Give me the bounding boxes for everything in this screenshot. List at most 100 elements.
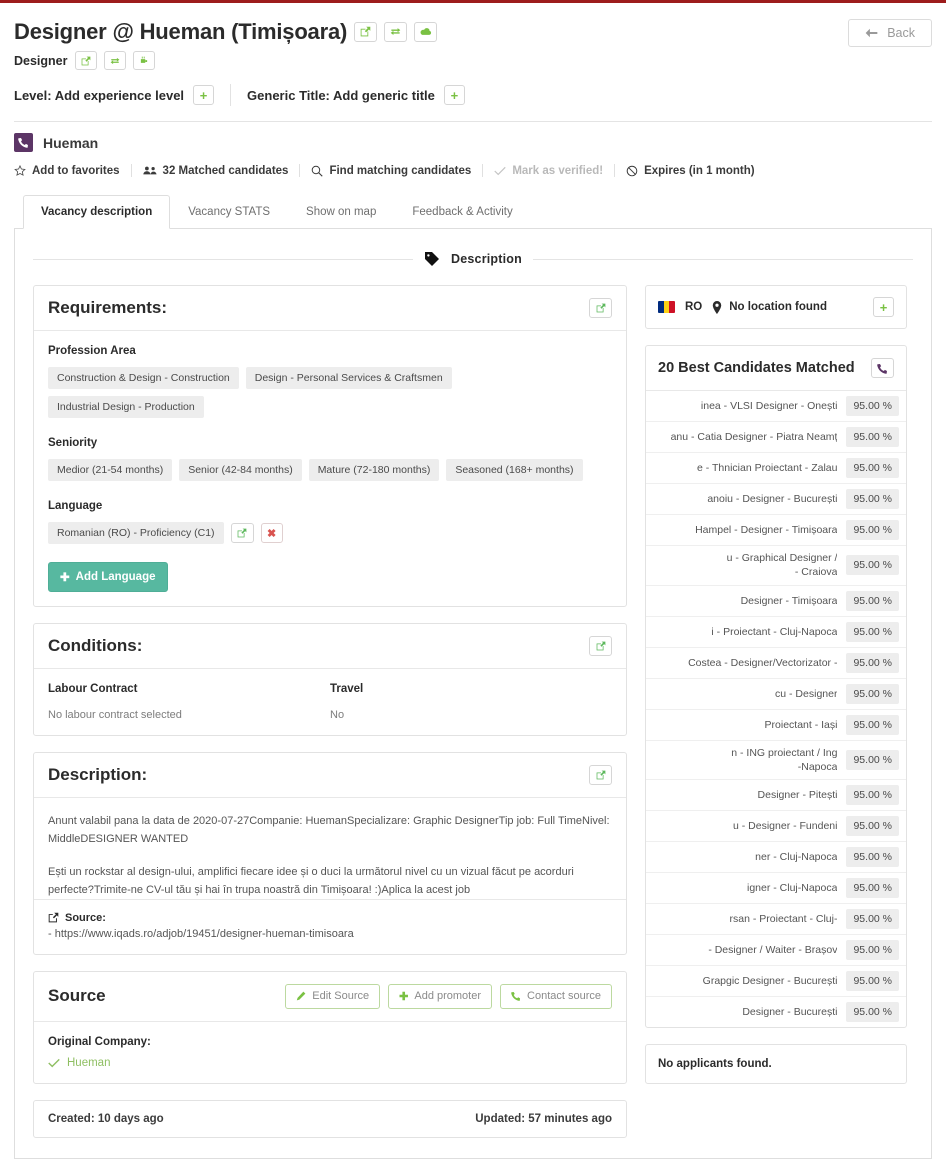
company-row[interactable]: Hueman <box>14 133 932 153</box>
candidates-list: inea - VLSI Designer - Onești 95.00 % anu … <box>646 391 906 1027</box>
candidate-row[interactable]: - Designer / Waiter - Brașov 95.00 % <box>646 935 906 966</box>
edit-requirements-button[interactable] <box>589 298 612 319</box>
candidate-row[interactable]: ner - Cluj-Napoca 95.00 % <box>646 842 906 873</box>
language-chip[interactable]: Romanian (RO) - Proficiency (C1) <box>48 522 224 545</box>
source-actions: Edit Source ✚ Add promoter Contact sourc… <box>285 983 612 1009</box>
chip[interactable]: Senior (42-84 months) <box>179 459 302 482</box>
tab-vacancy-stats[interactable]: Vacancy STATS <box>170 195 288 229</box>
tab-bar: Vacancy description Vacancy STATS Show o… <box>14 194 932 230</box>
add-language-button[interactable]: ✚ Add Language <box>48 562 168 593</box>
contact-source-button[interactable]: Contact source <box>500 983 612 1009</box>
back-button[interactable]: Back <box>848 19 932 47</box>
chip[interactable]: Design - Personal Services & Craftsmen <box>245 367 452 390</box>
source-body: Original Company: Hueman <box>34 1022 626 1083</box>
source-label-row: Source: <box>48 912 612 924</box>
candidate-row[interactable]: anoiu - Designer - București 95.00 % <box>646 484 906 516</box>
tab-vacancy-description[interactable]: Vacancy description <box>23 195 171 230</box>
candidate-row[interactable]: u - Designer - Fundeni 95.00 % <box>646 811 906 842</box>
conditions-body: Labour Contract No labour contract selec… <box>34 669 626 735</box>
edit-icon <box>81 56 90 66</box>
edit-vacancy-button[interactable] <box>354 21 378 42</box>
candidate-name: anoiu - Designer - București <box>707 493 838 506</box>
candidate-row[interactable]: Costea - Designer/Vectorizator - 95.00 % <box>646 648 906 679</box>
source-header: Source Edit Source ✚ Add promoter Contac… <box>34 972 626 1022</box>
page-title: Designer @ Hueman (Timișoara) <box>14 19 348 44</box>
edit-description-button[interactable] <box>589 765 612 786</box>
plug-icon <box>140 56 147 63</box>
location-panel: RO No location found + <box>645 285 907 330</box>
source-url[interactable]: - https://www.iqads.ro/adjob/19451/desig… <box>48 928 612 940</box>
candidate-row[interactable]: rsan - Proiectant - Cluj- 95.00 % <box>646 904 906 935</box>
profession-area-label: Profession Area <box>48 345 136 358</box>
candidate-row[interactable]: Hampel - Designer - Timișoara 95.00 % <box>646 515 906 547</box>
candidate-name: - Designer / Waiter - Brașov <box>708 943 838 956</box>
candidate-row[interactable]: inea - VLSI Designer - Onești 95.00 % <box>646 391 906 423</box>
chip[interactable]: Medior (21-54 months) <box>48 459 173 482</box>
delete-language-button[interactable]: ✖ <box>260 523 283 544</box>
add-generic-title-button[interactable]: + <box>443 85 465 106</box>
candidate-row[interactable]: Proiectant - Iași 95.00 % <box>646 710 906 741</box>
original-company-value-row[interactable]: Hueman <box>48 1057 612 1069</box>
exchange-title-button[interactable] <box>103 51 126 71</box>
labour-contract-label: Labour Contract <box>48 683 138 696</box>
candidate-name: e - Thnician Proiectant - Zalau <box>697 462 838 475</box>
candidate-name: u - Designer - Fundeni <box>733 819 838 832</box>
candidate-match-percent: 95.00 % <box>846 458 899 479</box>
candidate-row[interactable]: igner - Cluj-Napoca 95.00 % <box>646 873 906 904</box>
candidates-title: 20 Best Candidates Matched <box>658 360 855 377</box>
chip[interactable]: Seasoned (168+ months) <box>446 459 583 482</box>
chip[interactable]: Construction & Design - Construction <box>48 367 239 390</box>
action-divider <box>482 164 484 178</box>
edit-language-button[interactable] <box>230 523 254 544</box>
labour-contract-value: No labour contract selected <box>48 709 182 722</box>
language-label: Language <box>48 500 103 513</box>
mark-as-verified-action[interactable]: Mark as verified! <box>494 165 603 177</box>
candidate-name: Hampel - Designer - Timișoara <box>695 524 838 537</box>
plus-icon: ✚ <box>60 572 70 585</box>
tab-feedback-activity[interactable]: Feedback & Activity <box>394 195 530 229</box>
map-marker-icon <box>713 300 722 314</box>
candidate-row[interactable]: Grapgic Designer - București 95.00 % <box>646 966 906 997</box>
candidate-row[interactable]: u - Graphical Designer / - Craiova 95.00 … <box>646 546 906 586</box>
add-experience-level-button[interactable]: + <box>193 85 215 106</box>
add-promoter-button[interactable]: ✚ Add promoter <box>388 983 493 1009</box>
edit-source-button[interactable]: Edit Source <box>285 983 381 1009</box>
conditions-header: Conditions: <box>34 624 626 670</box>
check-icon <box>48 1058 60 1068</box>
search-icon <box>312 165 324 177</box>
tab-show-on-map[interactable]: Show on map <box>288 195 394 229</box>
candidate-row[interactable]: Designer - București 95.00 % <box>646 997 906 1027</box>
description-text: Anunt valabil pana la data de 2020-07-27… <box>48 812 612 899</box>
exchange-vacancy-button[interactable] <box>384 21 408 42</box>
call-candidates-button[interactable] <box>871 358 894 379</box>
candidate-row[interactable]: Designer - Timișoara 95.00 % <box>646 586 906 617</box>
expires-action[interactable]: Expires (in 1 month) <box>626 165 755 177</box>
candidate-name: Designer - Timișoara <box>740 594 838 607</box>
cloud-vacancy-button[interactable] <box>414 21 438 42</box>
star-icon <box>14 164 26 176</box>
add-location-button[interactable]: + <box>873 297 894 318</box>
plug-title-button[interactable] <box>132 51 155 71</box>
description-header: Description: <box>34 753 626 799</box>
tab-content-panel: Description Requirements: Profession Are… <box>14 229 932 1159</box>
find-matching-candidates-label: Find matching candidates <box>329 164 472 177</box>
requirements-body: Profession Area Construction & Design - … <box>34 331 626 606</box>
candidate-match-percent: 95.00 % <box>846 815 899 836</box>
find-matching-candidates-action[interactable]: Find matching candidates <box>311 165 471 177</box>
candidate-row[interactable]: n - ING proiectant / Ing -Napoca 95.00 % <box>646 741 906 780</box>
add-to-favorites-action[interactable]: Add to favorites <box>14 164 120 177</box>
candidate-row[interactable]: cu - Designer 95.00 % <box>646 679 906 710</box>
applicants-empty-panel: No applicants found. <box>645 1043 907 1084</box>
matched-candidates-action[interactable]: 32 Matched candidates <box>142 165 288 177</box>
edit-title-button[interactable] <box>74 51 97 71</box>
chip[interactable]: Mature (72-180 months) <box>308 459 440 482</box>
action-divider <box>299 164 301 178</box>
candidate-row[interactable]: anu - Catia Designer - Piatra Neamț 95.00… <box>646 422 906 454</box>
candidate-row[interactable]: Designer - Pitești 95.00 % <box>646 780 906 811</box>
candidate-row[interactable]: e - Thnician Proiectant - Zalau 95.00 % <box>646 453 906 485</box>
phone-icon <box>877 363 887 374</box>
candidates-header: 20 Best Candidates Matched <box>646 346 906 392</box>
candidate-row[interactable]: i - Proiectant - Cluj-Napoca 95.00 % <box>646 617 906 648</box>
edit-conditions-button[interactable] <box>589 636 612 657</box>
chip[interactable]: Industrial Design - Production <box>48 396 204 419</box>
